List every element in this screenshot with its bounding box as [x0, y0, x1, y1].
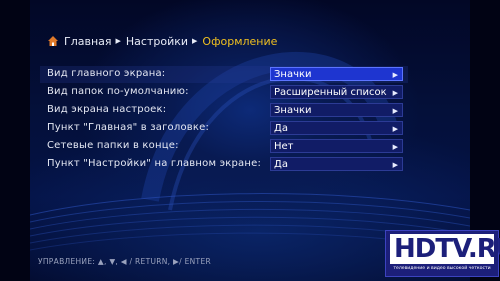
control-hints: УПРАВЛЕНИЕ: ▲, ▼, ◀ / RETURN, ▶/ ENTER: [38, 257, 211, 266]
logo-plate: HDTV.RU: [390, 234, 500, 264]
setting-value-dropdown[interactable]: Значки ▶: [270, 67, 403, 81]
tv-settings-screen: Главная ▶ Настройки ▶ Оформление Вид гла…: [0, 0, 500, 281]
arrow-right-icon: ▶: [392, 143, 398, 151]
setting-value: Расширенный список: [274, 87, 387, 98]
setting-label: Пункт "Настройки" на главном экране:: [47, 158, 262, 169]
setting-row-default-folder-view[interactable]: Вид папок по-умолчанию: Расширенный спис…: [40, 84, 408, 102]
setting-label: Вид папок по-умолчанию:: [47, 86, 189, 97]
home-icon[interactable]: [47, 35, 59, 47]
setting-label: Вид экрана настроек:: [47, 104, 167, 115]
arrow-right-icon: ▶: [392, 71, 398, 79]
logo-text: HDTV.RU: [394, 234, 500, 264]
setting-value-dropdown[interactable]: Значки ▶: [270, 103, 403, 117]
breadcrumb-arrow-icon: ▶: [192, 37, 198, 45]
left-border: [0, 0, 30, 281]
setting-value: Да: [274, 159, 288, 170]
setting-value: Значки: [274, 105, 312, 116]
setting-value: Значки: [274, 69, 312, 80]
setting-label: Вид главного экрана:: [47, 68, 166, 79]
logo-subtitle: телевидение и видео высокой четкости: [393, 266, 491, 271]
arrow-right-icon: ▶: [392, 89, 398, 97]
breadcrumb-current: Оформление: [202, 34, 278, 48]
breadcrumb-arrow-icon: ▶: [115, 37, 121, 45]
setting-value-dropdown[interactable]: Да ▶: [270, 157, 403, 171]
hdtv-logo: HDTV.RU телевидение и видео высокой четк…: [385, 230, 500, 277]
setting-value: Да: [274, 123, 288, 134]
breadcrumb: Главная ▶ Настройки ▶ Оформление: [47, 33, 281, 49]
setting-row-settings-on-main-screen[interactable]: Пункт "Настройки" на главном экране: Да …: [40, 156, 408, 174]
arrow-right-icon: ▶: [392, 107, 398, 115]
arrow-right-icon: ▶: [392, 161, 398, 169]
setting-label: Сетевые папки в конце:: [47, 140, 179, 151]
setting-value-dropdown[interactable]: Нет ▶: [270, 139, 403, 153]
setting-value-dropdown[interactable]: Расширенный список ▶: [270, 85, 403, 99]
setting-value: Нет: [274, 141, 294, 152]
settings-list: Вид главного экрана: Значки ▶ Вид папок …: [40, 66, 408, 174]
setting-row-main-screen-view[interactable]: Вид главного экрана: Значки ▶: [40, 66, 408, 84]
arrow-right-icon: ▶: [392, 125, 398, 133]
setting-row-home-in-header[interactable]: Пункт "Главная" в заголовке: Да ▶: [40, 120, 408, 138]
setting-value-dropdown[interactable]: Да ▶: [270, 121, 403, 135]
breadcrumb-home[interactable]: Главная: [64, 35, 112, 48]
setting-row-settings-screen-view[interactable]: Вид экрана настроек: Значки ▶: [40, 102, 408, 120]
setting-label: Пункт "Главная" в заголовке:: [47, 122, 210, 133]
breadcrumb-settings[interactable]: Настройки: [126, 35, 188, 48]
setting-row-network-folders-last[interactable]: Сетевые папки в конце: Нет ▶: [40, 138, 408, 156]
